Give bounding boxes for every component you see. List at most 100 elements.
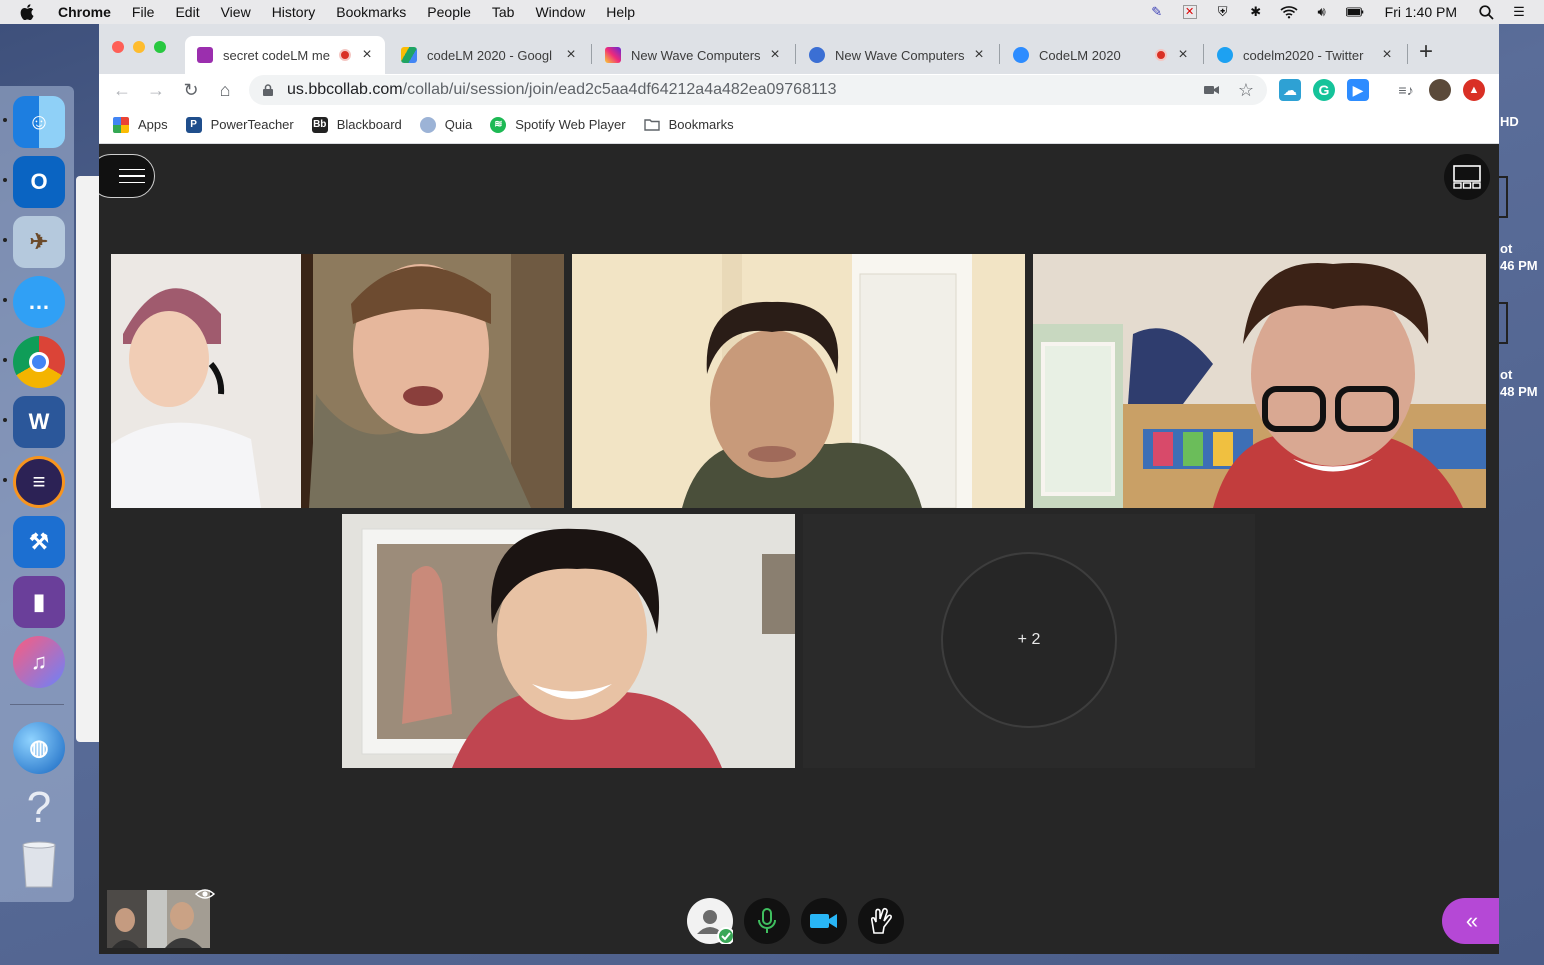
menu-app-name[interactable]: Chrome: [58, 4, 111, 20]
dock-running-dot: [3, 418, 7, 422]
shield-icon[interactable]: ⛨: [1214, 4, 1232, 20]
help-icon[interactable]: ?: [13, 782, 65, 834]
tab-codelm-google-drive[interactable]: codeLM 2020 - Googl ×: [389, 36, 589, 74]
overflow-participants-button[interactable]: + 2: [941, 552, 1117, 728]
eye-icon[interactable]: [195, 886, 215, 902]
participant-video[interactable]: [572, 254, 1025, 508]
close-window-button[interactable]: [112, 41, 124, 53]
chrome-icon[interactable]: [13, 336, 65, 388]
menubar-clock[interactable]: Fri 1:40 PM: [1385, 4, 1457, 20]
word-icon[interactable]: W: [13, 396, 65, 448]
url-domain: us.bbcollab.com: [287, 81, 403, 98]
bookmark-quia[interactable]: Quia: [419, 116, 473, 133]
xcode-icon[interactable]: ⚒: [13, 516, 65, 568]
bookmark-label: Quia: [444, 117, 473, 132]
finder-icon[interactable]: ☺: [13, 96, 65, 148]
eclipse-icon[interactable]: ≡: [13, 456, 65, 508]
tab-codelm-twitter[interactable]: codelm2020 - Twitter ×: [1205, 36, 1405, 74]
trash-icon[interactable]: [13, 838, 65, 890]
menu-history[interactable]: History: [272, 4, 316, 20]
profile-avatar[interactable]: [1429, 79, 1451, 101]
bookmark-label: Spotify Web Player: [515, 117, 626, 132]
open-panel-button[interactable]: «: [1442, 898, 1499, 944]
tab-secret-codelm[interactable]: secret codeLM me ×: [185, 36, 385, 74]
grammarly-icon[interactable]: G: [1313, 79, 1335, 101]
bookmark-apps[interactable]: Apps: [113, 116, 168, 133]
new-tab-button[interactable]: +: [1419, 38, 1433, 66]
microphone-button[interactable]: [744, 898, 790, 944]
apple-icon[interactable]: [20, 4, 34, 20]
pen-icon[interactable]: ✎: [1148, 4, 1166, 20]
tab-new-wave-firefox[interactable]: New Wave Computers ×: [797, 36, 997, 74]
menu-help[interactable]: Help: [606, 4, 635, 20]
wifi-icon[interactable]: [1280, 4, 1298, 20]
close-tab-icon[interactable]: ×: [971, 46, 987, 64]
participant-video[interactable]: [342, 514, 795, 768]
zoom-extension-icon[interactable]: ▶: [1347, 79, 1369, 101]
bookmark-label: PowerTeacher: [210, 117, 294, 132]
volume-icon[interactable]: 🔊︎: [1313, 4, 1331, 20]
camera-permission-icon[interactable]: [1201, 79, 1223, 101]
bookmark-folder[interactable]: Bookmarks: [643, 117, 734, 133]
list-icon[interactable]: ☰: [1510, 4, 1528, 20]
menu-edit[interactable]: Edit: [175, 4, 199, 20]
instagram-favicon-icon: [605, 47, 621, 63]
raise-hand-button[interactable]: [858, 898, 904, 944]
tab-codelm-zoom[interactable]: CodeLM 2020 ×: [1001, 36, 1201, 74]
close-box-icon[interactable]: ✕: [1181, 4, 1199, 20]
media-controls-icon[interactable]: ≡♪: [1395, 79, 1417, 101]
hamburger-icon: [119, 169, 145, 183]
dock-running-dot: [3, 298, 7, 302]
update-icon[interactable]: ▲: [1463, 79, 1485, 101]
zoom-window-button[interactable]: [154, 41, 166, 53]
overflow-participants-tile: + 2: [803, 514, 1255, 768]
bookmark-spotify[interactable]: ≋ Spotify Web Player: [490, 116, 626, 133]
reload-icon[interactable]: ↻: [179, 78, 203, 102]
close-tab-icon[interactable]: ×: [1379, 46, 1395, 64]
participant-video[interactable]: [111, 254, 564, 508]
back-arrow-icon[interactable]: ←: [110, 78, 134, 102]
menu-tab[interactable]: Tab: [492, 4, 515, 20]
zoom-favicon-icon: [1013, 47, 1029, 63]
bookmark-star-icon[interactable]: ☆: [1235, 79, 1257, 101]
layout-toggle-button[interactable]: [1444, 154, 1490, 200]
close-tab-icon[interactable]: ×: [563, 46, 579, 64]
globe-icon[interactable]: ◍: [13, 722, 65, 774]
bluetooth-icon[interactable]: ✱: [1247, 4, 1265, 20]
menu-window[interactable]: Window: [535, 4, 585, 20]
ibooks-icon[interactable]: ▮: [13, 576, 65, 628]
bookmark-powerteacher[interactable]: P PowerTeacher: [185, 116, 294, 133]
minimize-window-button[interactable]: [133, 41, 145, 53]
participant-video[interactable]: [1033, 254, 1486, 508]
preview-icon[interactable]: ✈: [13, 216, 65, 268]
outlook-icon[interactable]: O: [13, 156, 65, 208]
double-chevron-left-icon: «: [1465, 908, 1479, 933]
session-menu-button[interactable]: [99, 154, 155, 198]
close-tab-icon[interactable]: ×: [767, 46, 783, 64]
menu-file[interactable]: File: [132, 4, 155, 20]
dock-separator: [10, 704, 64, 705]
bookmark-blackboard[interactable]: Bb Blackboard: [311, 116, 402, 133]
close-tab-icon[interactable]: ×: [1175, 46, 1191, 64]
forward-arrow-icon[interactable]: →: [144, 78, 168, 102]
bookmark-label: Bookmarks: [668, 117, 734, 132]
tab-title: New Wave Computers: [835, 47, 965, 63]
cloud-extension-icon[interactable]: ☁: [1279, 79, 1301, 101]
tab-new-wave-instagram[interactable]: New Wave Computers ×: [593, 36, 793, 74]
set-status-button[interactable]: [687, 898, 733, 944]
menu-bookmarks[interactable]: Bookmarks: [336, 4, 406, 20]
macos-dock: ☺ O ✈ … W ≡ ⚒ ▮ ♫ ◍ ?: [0, 86, 74, 902]
menu-people[interactable]: People: [427, 4, 471, 20]
bookmarks-bar: Apps P PowerTeacher Bb Blackboard Quia ≋…: [99, 106, 1499, 144]
close-tab-icon[interactable]: ×: [359, 46, 375, 64]
address-bar[interactable]: us.bbcollab.com/collab/ui/session/join/e…: [249, 75, 1267, 105]
participant-video-feed: [342, 514, 795, 768]
home-icon[interactable]: ⌂: [213, 78, 237, 102]
search-icon[interactable]: [1477, 4, 1495, 20]
itunes-icon[interactable]: ♫: [13, 636, 65, 688]
participant-video-feed: [572, 254, 1025, 508]
camera-button[interactable]: [801, 898, 847, 944]
messages-icon[interactable]: …: [13, 276, 65, 328]
battery-icon[interactable]: [1345, 4, 1364, 20]
menu-view[interactable]: View: [221, 4, 251, 20]
